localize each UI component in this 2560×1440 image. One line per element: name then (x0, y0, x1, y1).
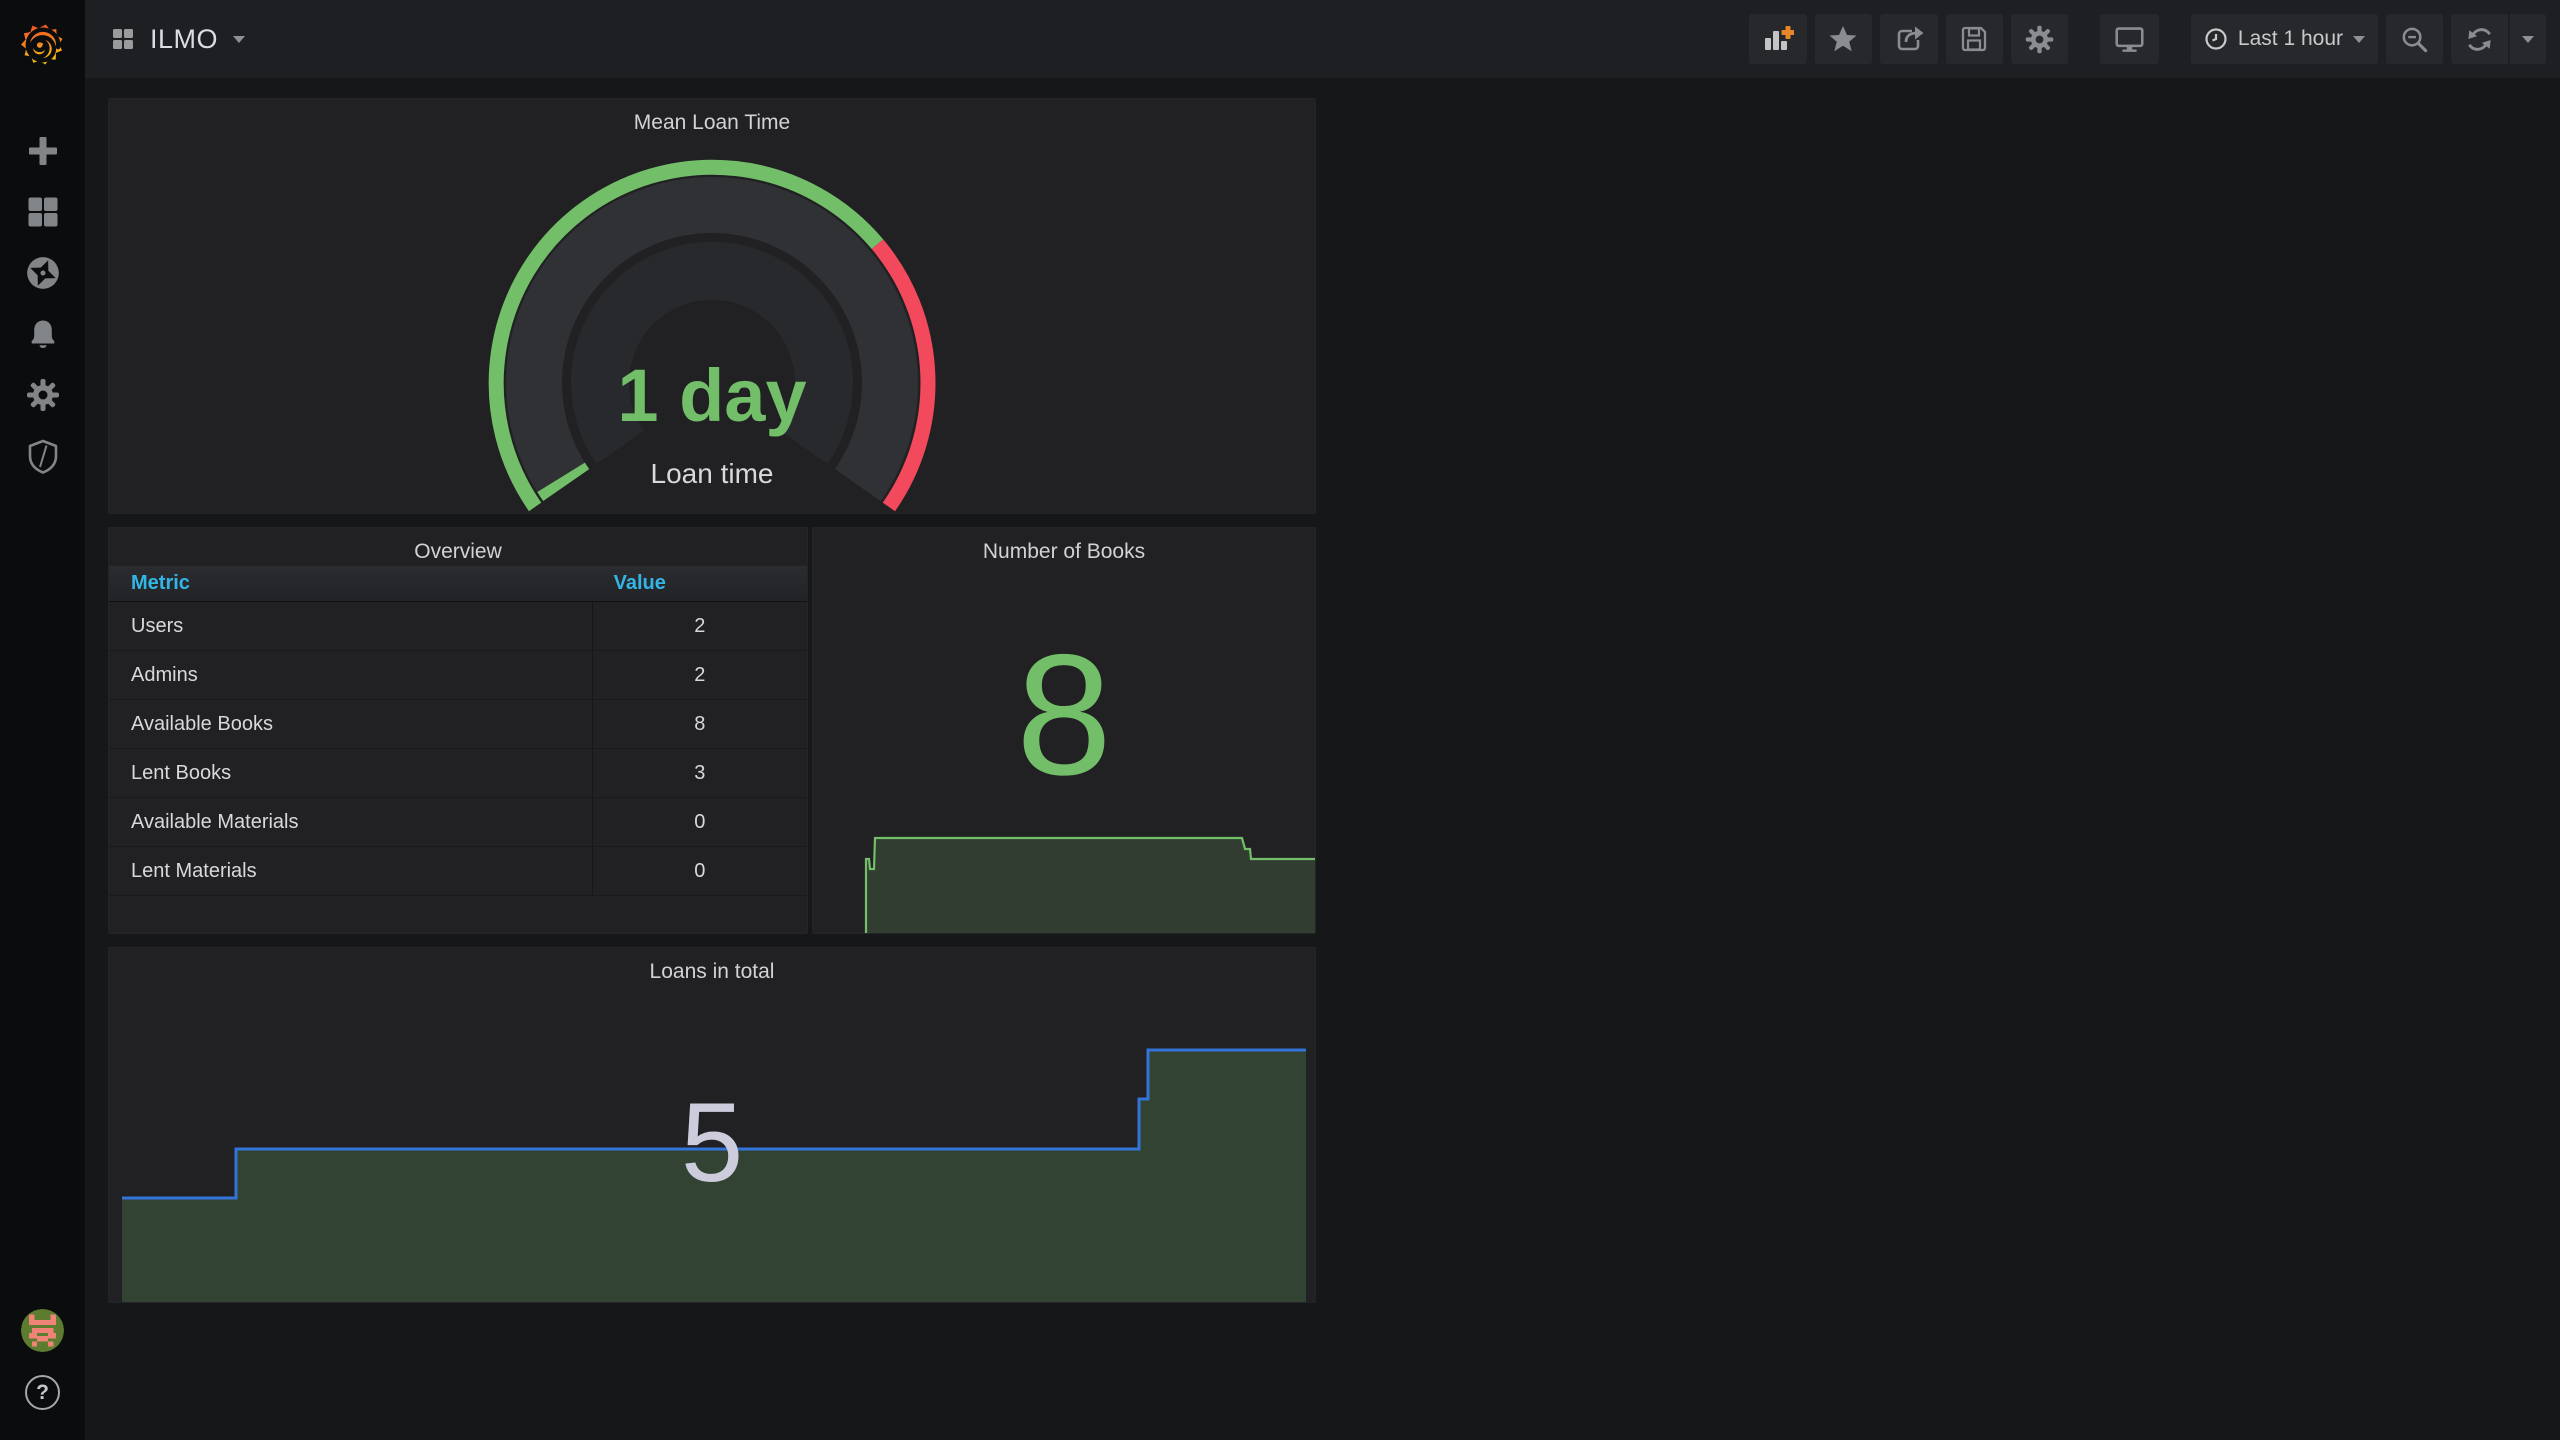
metric-cell: Available Materials (131, 810, 299, 833)
loans-step-chart[interactable] (109, 948, 1315, 1302)
add-panel-button[interactable] (1748, 14, 1807, 64)
metric-cell: Users (131, 614, 184, 637)
dashboard-title: ILMO (150, 23, 219, 54)
metric-cell: Available Books (131, 712, 273, 735)
grafana-logo[interactable] (0, 0, 85, 90)
clock-icon (2205, 28, 2227, 50)
gauge-series-label: Loan time (651, 458, 774, 489)
gear-icon (2025, 25, 2054, 53)
add-panel-icon (1764, 26, 1794, 50)
gear-icon (26, 378, 59, 411)
panel-mean-loan-time: Mean Loan Time 1 day Loan time (108, 98, 1316, 514)
value-cell: 2 (591, 602, 807, 650)
table-row: Available Books 8 (109, 700, 807, 749)
chevron-down-icon (233, 35, 246, 43)
dashboard-squares-icon (113, 29, 133, 49)
help-icon: ? (36, 1380, 49, 1404)
value-cell: 8 (591, 700, 807, 748)
panel-loans-in-total: Loans in total 5 (108, 947, 1316, 1303)
table-row: Lent Materials 0 (109, 847, 807, 896)
star-icon (1829, 26, 1857, 52)
sidebar-item-dashboards[interactable] (0, 181, 85, 242)
gauge-value: 1 day (617, 354, 806, 437)
refresh-icon (2468, 27, 2491, 51)
share-icon (1897, 26, 1924, 51)
panel-overview: Overview Metric Value Users 2 Admins 2 A… (108, 527, 808, 934)
plus-icon (28, 136, 57, 165)
value-cell: 3 (591, 749, 807, 797)
metric-cell: Admins (131, 663, 198, 686)
table-row: Available Materials 0 (109, 798, 807, 847)
save-icon (1962, 26, 1987, 52)
sidebar-item-create[interactable] (0, 120, 85, 181)
table-row: Lent Books 3 (109, 749, 807, 798)
refresh-dashboard-button[interactable] (2451, 14, 2508, 64)
table-header-row: Metric Value (109, 566, 807, 602)
sidebar-item-explore[interactable] (0, 242, 85, 303)
bell-icon (31, 320, 54, 348)
help-button[interactable]: ? (25, 1375, 60, 1410)
value-cell: 0 (591, 798, 807, 846)
share-dashboard-button[interactable] (1879, 14, 1938, 64)
time-range-picker[interactable]: Last 1 hour (2190, 14, 2378, 64)
mark-favorite-button[interactable] (1814, 14, 1872, 64)
panel-number-of-books: Number of Books 8 (812, 527, 1316, 934)
column-header-metric[interactable]: Metric (109, 572, 592, 595)
monitor-icon (2115, 26, 2144, 52)
refresh-split-button (2451, 14, 2546, 64)
metric-cell: Lent Materials (131, 859, 257, 882)
time-range-label: Last 1 hour (2237, 27, 2343, 50)
refresh-interval-picker[interactable] (2508, 14, 2546, 64)
compass-icon (26, 256, 59, 289)
left-sidebar: ? (0, 0, 85, 1440)
metric-cell: Lent Books (131, 761, 232, 784)
dashboards-icon (28, 197, 57, 226)
cycle-view-mode-button[interactable] (2099, 14, 2159, 64)
avatar-pixel-art (21, 1309, 64, 1352)
save-dashboard-button[interactable] (1945, 14, 2003, 64)
books-sparkline[interactable] (813, 528, 1315, 933)
sidebar-item-server-admin[interactable] (0, 425, 85, 486)
top-navbar: ILMO Last 1 hour (85, 0, 2560, 78)
loan-time-gauge[interactable]: 1 day Loan time (109, 99, 1315, 513)
zoom-out-icon (2402, 27, 2428, 52)
grafana-logo-icon (20, 24, 63, 65)
overview-table: Metric Value Users 2 Admins 2 Available … (109, 566, 807, 896)
value-cell: 2 (591, 651, 807, 699)
column-header-value[interactable]: Value (592, 572, 807, 595)
table-row: Admins 2 (109, 651, 807, 700)
chevron-down-icon (2522, 35, 2534, 43)
zoom-out-time-range-button[interactable] (2386, 14, 2443, 64)
dashboard-title-button[interactable]: ILMO (111, 23, 246, 55)
sidebar-item-configuration[interactable] (0, 364, 85, 425)
topbar-actions: Last 1 hour (1748, 14, 2546, 64)
sidebar-nav (0, 120, 85, 486)
table-row: Users 2 (109, 602, 807, 651)
shield-icon (28, 439, 57, 474)
value-cell: 0 (591, 847, 807, 895)
dashboard-grid: Mean Loan Time 1 day Loan time Overview … (85, 78, 2560, 1440)
chevron-down-icon (2353, 35, 2365, 43)
panel-title[interactable]: Overview (109, 528, 807, 564)
dashboard-settings-button[interactable] (2010, 14, 2068, 64)
sidebar-item-alerting[interactable] (0, 303, 85, 364)
user-avatar[interactable] (21, 1309, 64, 1352)
